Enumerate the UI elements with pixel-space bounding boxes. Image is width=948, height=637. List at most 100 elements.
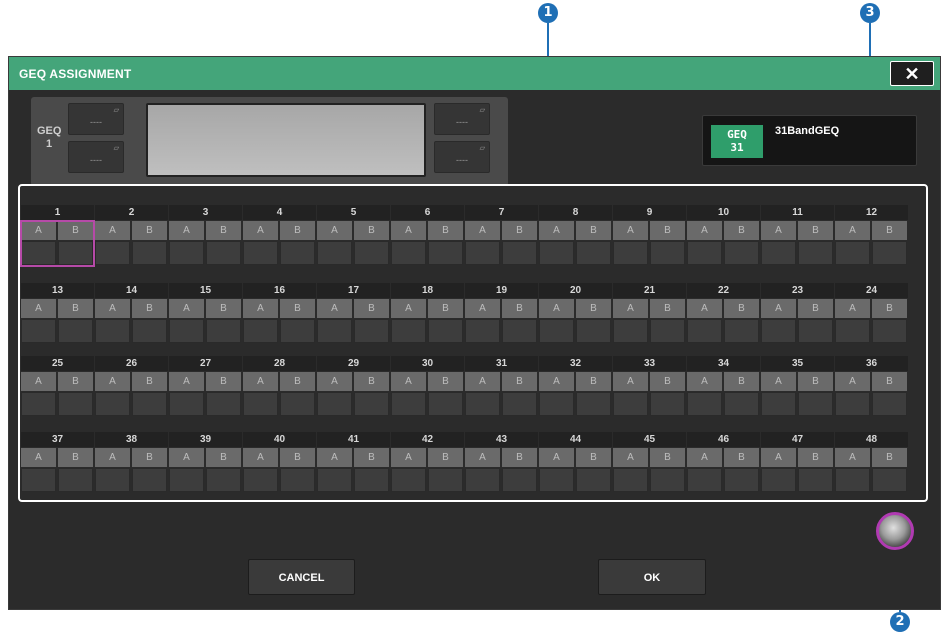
cancel-button[interactable]: CANCEL — [248, 559, 355, 595]
rack-slot-a-button[interactable] — [761, 392, 796, 416]
rack-slot-a-button[interactable] — [465, 468, 500, 492]
rack-slot-b-button[interactable] — [206, 319, 241, 343]
rack-slot-b-button[interactable] — [798, 241, 833, 265]
rack-slot-b-button[interactable] — [724, 468, 759, 492]
rack-slot-a-button[interactable] — [317, 468, 352, 492]
geq-type-button[interactable]: GEQ 31 31BandGEQ — [702, 115, 917, 166]
rack-slot-a-button[interactable] — [169, 392, 204, 416]
rack-slot-a-button[interactable] — [761, 319, 796, 343]
rack-slot-b-button[interactable] — [354, 241, 389, 265]
rack-slot-b-button[interactable] — [428, 319, 463, 343]
screen-encoder-knob-icon[interactable] — [876, 512, 914, 550]
rack-slot-a-button[interactable] — [465, 319, 500, 343]
rack-slot-a-button[interactable] — [95, 241, 130, 265]
rack-slot-a-button[interactable] — [243, 241, 278, 265]
rack-slot-b-button[interactable] — [502, 468, 537, 492]
rack-slot-a-button[interactable] — [465, 392, 500, 416]
rack-slot-a-button[interactable] — [687, 241, 722, 265]
input-a-button[interactable]: ---- ▱ — [68, 103, 124, 135]
rack-slot-b-button[interactable] — [872, 241, 907, 265]
rack-slot-b-button[interactable] — [724, 241, 759, 265]
rack-slot-b-button[interactable] — [576, 468, 611, 492]
rack-slot-a-button[interactable] — [391, 241, 426, 265]
rack-slot-b-button[interactable] — [650, 241, 685, 265]
rack-slot-b-button[interactable] — [280, 468, 315, 492]
rack-slot-a-button[interactable] — [835, 241, 870, 265]
rack-slot-a-button[interactable] — [761, 241, 796, 265]
rack-slot-a-button[interactable] — [687, 392, 722, 416]
rack-slot-a-button[interactable] — [317, 392, 352, 416]
rack-slot-b-button[interactable] — [798, 319, 833, 343]
rack-slot-b-button[interactable] — [798, 468, 833, 492]
rack-slot-a-button[interactable] — [169, 468, 204, 492]
input-b-button[interactable]: ---- ▱ — [68, 141, 124, 173]
rack-slot-a-button[interactable] — [391, 392, 426, 416]
rack-slot-a-button[interactable] — [95, 319, 130, 343]
ok-button[interactable]: OK — [598, 559, 706, 595]
rack-slot-b-button[interactable] — [58, 319, 93, 343]
rack-slot-b-button[interactable] — [132, 319, 167, 343]
rack-slot-b-button[interactable] — [354, 392, 389, 416]
rack-slot-b-button[interactable] — [650, 392, 685, 416]
rack-slot-a-button[interactable] — [391, 319, 426, 343]
rack-slot-b-button[interactable] — [872, 319, 907, 343]
rack-slot-a-button[interactable] — [613, 392, 648, 416]
rack-slot-b-button[interactable] — [280, 241, 315, 265]
rack-slot-a-button[interactable] — [687, 468, 722, 492]
rack-slot-a-button[interactable] — [21, 468, 56, 492]
rack-slot-b-button[interactable] — [576, 392, 611, 416]
rack-slot-b-button[interactable] — [502, 241, 537, 265]
rack-slot-b-button[interactable] — [724, 392, 759, 416]
rack-slot-b-button[interactable] — [280, 319, 315, 343]
rack-slot-a-button[interactable] — [243, 319, 278, 343]
rack-slot-b-button[interactable] — [872, 468, 907, 492]
rack-slot-b-button[interactable] — [58, 392, 93, 416]
rack-slot-a-button[interactable] — [539, 319, 574, 343]
rack-slot-b-button[interactable] — [502, 319, 537, 343]
rack-slot-a-button[interactable] — [317, 241, 352, 265]
rack-slot-a-button[interactable] — [539, 392, 574, 416]
rack-slot-b-button[interactable] — [650, 319, 685, 343]
rack-slot-b-button[interactable] — [206, 468, 241, 492]
rack-slot-a-button[interactable] — [243, 392, 278, 416]
rack-slot-a-button[interactable] — [539, 241, 574, 265]
rack-slot-b-button[interactable] — [428, 468, 463, 492]
rack-slot-a-button[interactable] — [835, 468, 870, 492]
rack-slot-b-button[interactable] — [132, 468, 167, 492]
rack-slot-b-button[interactable] — [872, 392, 907, 416]
rack-slot-b-button[interactable] — [206, 392, 241, 416]
output-b-button[interactable]: ---- ▱ — [434, 141, 490, 173]
rack-slot-b-button[interactable] — [428, 392, 463, 416]
close-button[interactable]: ✕ — [890, 61, 934, 86]
rack-slot-a-button[interactable] — [391, 468, 426, 492]
rack-slot-b-button[interactable] — [502, 392, 537, 416]
rack-slot-b-button[interactable] — [206, 241, 241, 265]
rack-slot-a-button[interactable] — [21, 319, 56, 343]
rack-slot-a-button[interactable] — [761, 468, 796, 492]
rack-slot-b-button[interactable] — [576, 241, 611, 265]
rack-slot-b-button[interactable] — [354, 319, 389, 343]
rack-slot-b-button[interactable] — [724, 319, 759, 343]
rack-slot-a-button[interactable] — [835, 392, 870, 416]
rack-slot-a-button[interactable] — [317, 319, 352, 343]
rack-slot-b-button[interactable] — [58, 468, 93, 492]
output-a-button[interactable]: ---- ▱ — [434, 103, 490, 135]
rack-slot-a-button[interactable] — [613, 241, 648, 265]
rack-slot-a-button[interactable] — [687, 319, 722, 343]
rack-slot-a-button[interactable] — [95, 392, 130, 416]
rack-slot-a-button[interactable] — [835, 319, 870, 343]
rack-slot-b-button[interactable] — [576, 319, 611, 343]
rack-slot-b-button[interactable] — [132, 392, 167, 416]
rack-slot-a-button[interactable] — [465, 241, 500, 265]
rack-slot-b-button[interactable] — [798, 392, 833, 416]
rack-slot-a-button[interactable] — [613, 319, 648, 343]
rack-slot-b-button[interactable] — [280, 392, 315, 416]
rack-slot-a-button[interactable] — [243, 468, 278, 492]
rack-slot-a-button[interactable] — [613, 468, 648, 492]
rack-slot-a-button[interactable] — [169, 319, 204, 343]
rack-slot-a-button[interactable] — [95, 468, 130, 492]
rack-slot-b-button[interactable] — [650, 468, 685, 492]
rack-slot-a-button[interactable] — [169, 241, 204, 265]
rack-slot-b-button[interactable] — [428, 241, 463, 265]
rack-slot-a-button[interactable] — [21, 392, 56, 416]
